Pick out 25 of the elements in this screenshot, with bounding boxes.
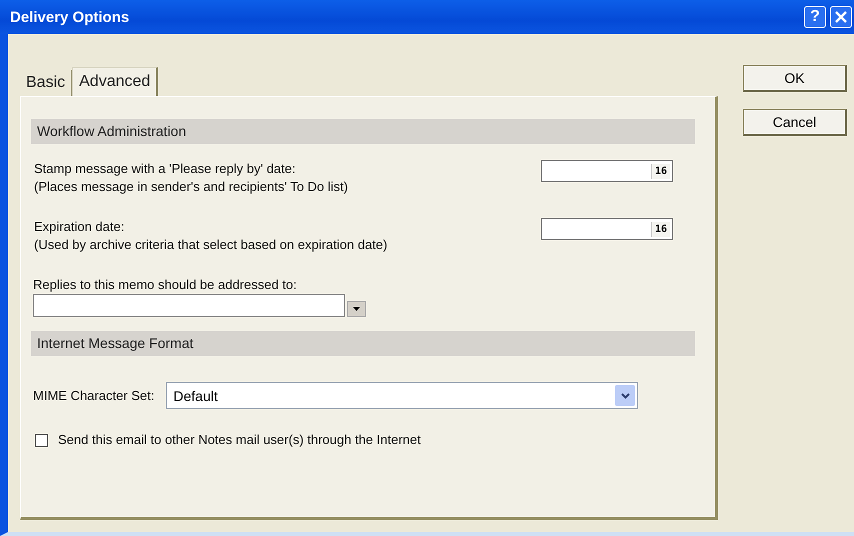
calendar-button[interactable]: 16 <box>650 222 670 236</box>
dialog-button[interactable]: Cancel <box>743 109 847 136</box>
section-header: Workflow Administration <box>31 119 695 144</box>
date-field[interactable]: 16 <box>541 218 673 240</box>
select-field[interactable]: Default <box>166 382 638 409</box>
close-icon <box>835 11 847 23</box>
section-header: Internet Message Format <box>31 331 695 356</box>
dropdown-button[interactable] <box>347 301 366 317</box>
address-field[interactable] <box>33 294 345 317</box>
field-label: Replies to this memo should be addressed to: <box>33 276 298 294</box>
tab[interactable]: Advanced <box>72 67 158 97</box>
close-button[interactable] <box>830 6 852 28</box>
field-label: Stamp message with a 'Please reply by' date: <box>34 160 296 178</box>
caret-icon <box>353 307 360 311</box>
checkbox-label: Send this email to other Notes mail user(s) through the Internet <box>58 431 421 449</box>
field-label: MIME Character Set: <box>33 386 154 404</box>
calendar-button[interactable]: 16 <box>650 164 670 178</box>
dialog-button[interactable]: OK <box>743 65 847 92</box>
checkbox[interactable] <box>35 434 48 446</box>
field-note: (Places message in sender's and recipients' To Do list) <box>34 178 348 196</box>
date-field[interactable]: 16 <box>541 160 673 182</box>
field-label: Expiration date: <box>34 218 126 236</box>
field-note: (Used by archive criteria that select based on expiration date) <box>34 236 388 254</box>
help-button[interactable]: ? <box>804 6 826 28</box>
window-title: Delivery Options <box>10 8 130 26</box>
